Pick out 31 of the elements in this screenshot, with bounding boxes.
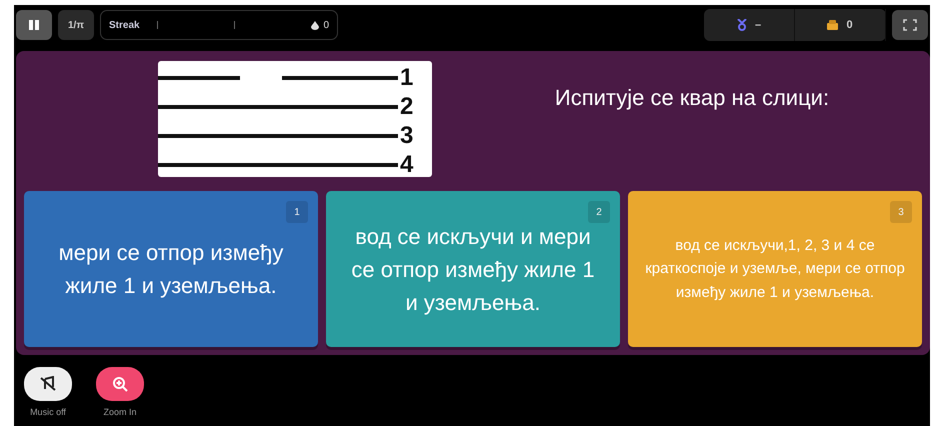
coin-count: 0 bbox=[846, 19, 853, 31]
fullscreen-button[interactable] bbox=[892, 10, 928, 40]
streak-label: Streak bbox=[109, 20, 140, 30]
music-button[interactable] bbox=[24, 367, 72, 401]
pause-icon bbox=[28, 19, 40, 31]
control-label: Zoom In bbox=[103, 407, 136, 417]
drop-icon bbox=[311, 20, 320, 30]
wire-number: 3 bbox=[400, 124, 414, 148]
answer-card[interactable]: 1 мери се отпор између жиле 1 и уземљења. bbox=[24, 191, 318, 347]
question-text: Испитује се квар на слици: bbox=[554, 84, 830, 112]
answer-number: 1 bbox=[286, 201, 308, 223]
answer-number: 3 bbox=[890, 201, 912, 223]
control-label: Music off bbox=[30, 407, 66, 417]
music-off-icon bbox=[39, 376, 57, 392]
wire-number: 2 bbox=[400, 94, 414, 118]
zoom-in-icon bbox=[112, 376, 128, 392]
streak-count: 0 bbox=[323, 20, 329, 30]
zoom-button[interactable] bbox=[96, 367, 144, 401]
medal-count: – bbox=[754, 19, 762, 31]
answer-text: мери се отпор између жиле 1 и уземљења. bbox=[58, 239, 284, 300]
wire-number: 4 bbox=[400, 152, 414, 176]
chest-icon bbox=[827, 20, 838, 30]
wire-number: 1 bbox=[400, 66, 414, 90]
pause-button[interactable] bbox=[16, 10, 52, 40]
fullscreen-icon bbox=[903, 19, 917, 31]
answer-text: вод се искључи,1, 2, 3 и 4 се краткоспоје и уземље, мери се отпор између жиле 1 и уземљења. bbox=[644, 236, 906, 303]
speed-button[interactable]: 1/π bbox=[58, 10, 94, 40]
answer-text: вод се искључи и мери се отпор између жиле 1 и уземљења. bbox=[350, 222, 596, 317]
answer-number: 2 bbox=[588, 201, 610, 223]
medal-icon bbox=[736, 19, 747, 31]
answer-card[interactable]: 2 вод се искључи и мери се отпор између жиле 1 и уземљења. bbox=[326, 191, 620, 347]
